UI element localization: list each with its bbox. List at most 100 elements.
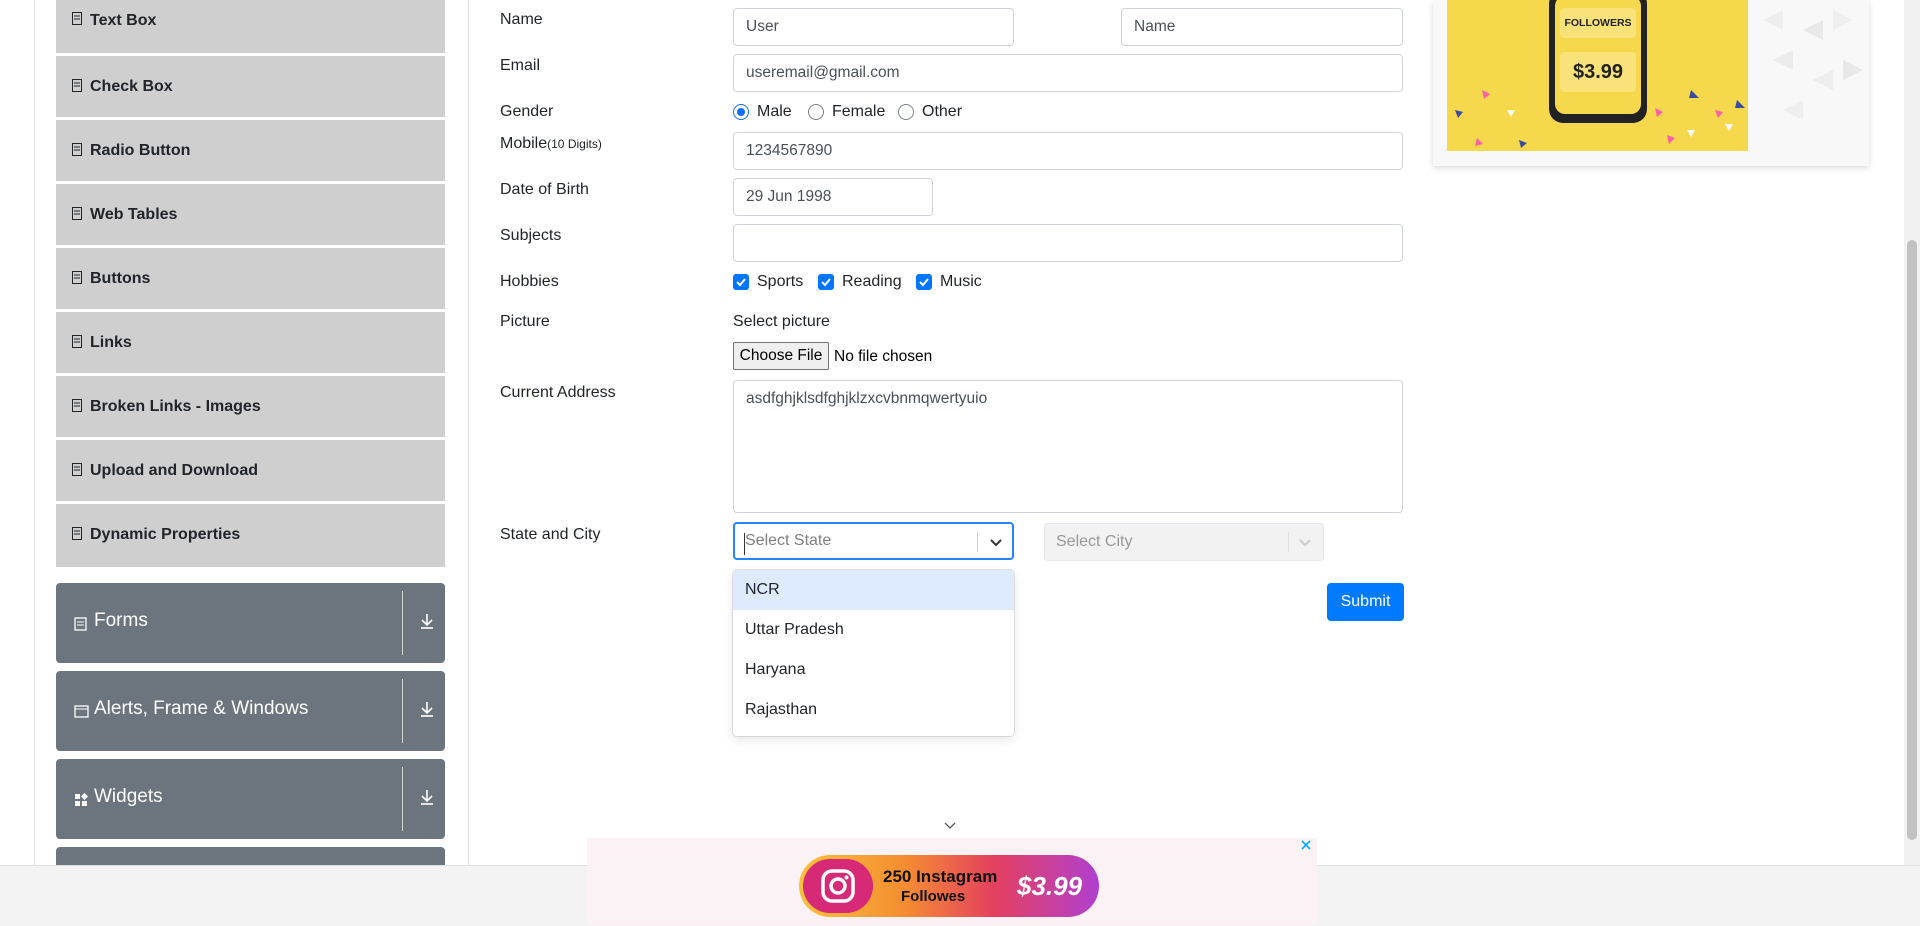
chevron-down-icon	[1296, 533, 1314, 556]
hobby-checkbox-sports[interactable]	[733, 274, 749, 290]
group-label: Widgets	[94, 786, 163, 807]
ad-banner-right[interactable]: FOLLOWERS $3.99	[1433, 0, 1869, 166]
sidebar-item-text-box[interactable]: Text Box	[56, 0, 445, 56]
email-input[interactable]: useremail@gmail.com	[733, 54, 1403, 92]
document-icon	[72, 335, 82, 349]
hobby-label: Music	[940, 273, 982, 290]
document-icon	[72, 271, 82, 285]
email-label: Email	[500, 57, 541, 74]
sidebar-item-broken-links-images[interactable]: Broken Links - Images	[56, 376, 445, 440]
hobby-label: Reading	[842, 273, 902, 290]
sidebar-item-links[interactable]: Links	[56, 312, 445, 376]
select-picture-label: Select picture	[733, 313, 830, 330]
submit-button[interactable]: Submit	[1327, 583, 1404, 621]
address-text: asdfghjklsdfghjklzxcvbnmqwertyuio	[746, 390, 988, 407]
gender-label: Gender	[500, 103, 554, 120]
hobby-checkbox-reading[interactable]	[818, 274, 834, 290]
download-icon[interactable]	[418, 787, 436, 809]
sidebar-item-radio-button[interactable]: Radio Button	[56, 120, 445, 184]
first-name-input[interactable]: User	[733, 8, 1014, 46]
state-option[interactable]: Rajasthan	[733, 690, 1014, 730]
state-option[interactable]: Haryana	[733, 650, 1014, 690]
mobile-label-text: Mobile	[500, 135, 548, 152]
close-icon[interactable]	[1300, 838, 1312, 856]
gender-option-label: Other	[922, 103, 963, 120]
subjects-label: Subjects	[500, 227, 562, 244]
city-placeholder: Select City	[1056, 533, 1133, 550]
followers-text: FOLLOWERS	[1560, 8, 1636, 38]
gender-radio-male[interactable]	[733, 104, 749, 120]
sidebar-group-widgets[interactable]: Widgets	[56, 759, 445, 839]
gender-option-label: Female	[832, 103, 886, 120]
chevron-down-icon[interactable]	[942, 819, 958, 837]
download-icon[interactable]	[418, 611, 436, 633]
document-icon	[72, 207, 82, 221]
instagram-icon	[803, 859, 873, 913]
ad-pattern	[1763, 10, 1863, 120]
sidebar-item-web-tables[interactable]: Web Tables	[56, 184, 445, 248]
chevron-down-icon[interactable]	[987, 533, 1005, 556]
dob-input[interactable]: 29 Jun 1998	[733, 178, 933, 216]
ad-price: $3.99	[1560, 52, 1636, 92]
choose-file-button[interactable]: Choose File	[733, 342, 829, 370]
document-icon	[72, 12, 82, 26]
instagram-followers-ad: 250 Instagram Followes $3.99	[799, 855, 1099, 917]
sidebar-group-forms[interactable]: Forms	[56, 583, 445, 663]
sidebar-item-label: Radio Button	[90, 142, 191, 159]
state-select[interactable]: Select State	[733, 522, 1014, 560]
group-label: Alerts, Frame & Windows	[94, 698, 309, 719]
sidebar-item-label: Links	[90, 334, 132, 351]
city-select[interactable]: Select City	[1044, 523, 1324, 561]
group-divider	[402, 767, 403, 831]
sidebar-item-upload-and-download[interactable]: Upload and Download	[56, 440, 445, 504]
gender-radio-other[interactable]	[898, 104, 914, 120]
group-divider	[402, 591, 403, 655]
ad-price: $3.99	[1017, 871, 1083, 901]
left-divider	[34, 0, 35, 865]
document-icon	[72, 79, 82, 93]
select-separator	[977, 532, 978, 552]
group-label: Forms	[94, 610, 148, 631]
document-icon	[72, 527, 82, 541]
address-label: Current Address	[500, 384, 616, 401]
window-icon	[74, 705, 89, 718]
document-icon	[72, 399, 82, 413]
state-dropdown-menu: NCR Uttar Pradesh Haryana Rajasthan	[733, 570, 1014, 736]
hobby-checkbox-music[interactable]	[916, 274, 932, 290]
sidebar-item-label: Broken Links - Images	[90, 398, 261, 415]
widgets-icon	[74, 792, 89, 806]
last-name-input[interactable]: Name	[1121, 8, 1403, 46]
picture-label: Picture	[500, 313, 550, 330]
mobile-hint: (10 Digits)	[547, 137, 602, 151]
download-icon[interactable]	[418, 699, 436, 721]
sidebar-item-label: Web Tables	[90, 206, 178, 223]
sidebar-item-check-box[interactable]: Check Box	[56, 56, 445, 120]
dob-label: Date of Birth	[500, 181, 589, 198]
ad-image: FOLLOWERS $3.99	[1447, 0, 1748, 151]
form-icon	[74, 617, 87, 631]
current-address-textarea[interactable]: asdfghjklsdfghjklzxcvbnmqwertyuio	[733, 380, 1403, 513]
sidebar-item-label: Check Box	[90, 78, 173, 95]
state-option[interactable]: Uttar Pradesh	[733, 610, 1014, 650]
phone-screen: FOLLOWERS $3.99	[1555, 0, 1641, 114]
state-placeholder: Select State	[745, 532, 832, 549]
sidebar-item-dynamic-properties[interactable]: Dynamic Properties	[56, 504, 445, 567]
subjects-input[interactable]	[733, 224, 1403, 262]
gender-radio-female[interactable]	[808, 104, 824, 120]
sidebar-item-label: Text Box	[90, 12, 157, 29]
select-separator	[1288, 532, 1289, 552]
document-icon	[72, 463, 82, 477]
state-option[interactable]: NCR	[733, 570, 1014, 610]
ad-banner-bottom[interactable]: 250 Instagram Followes $3.99	[587, 822, 1317, 925]
ad-text-line1: 250 Instagram	[883, 867, 998, 886]
sidebar-item-buttons[interactable]: Buttons	[56, 248, 445, 312]
gender-option-label: Male	[757, 103, 792, 120]
group-divider	[402, 679, 403, 743]
scrollbar-thumb[interactable]	[1907, 240, 1917, 840]
ad-text-line2: Followes	[901, 888, 966, 905]
mobile-input[interactable]: 1234567890	[733, 132, 1403, 170]
sidebar-group-alerts-frame-windows[interactable]: Alerts, Frame & Windows	[56, 671, 445, 751]
sidebar-item-label: Buttons	[90, 270, 151, 287]
main-divider	[468, 0, 469, 865]
name-label: Name	[500, 11, 543, 28]
